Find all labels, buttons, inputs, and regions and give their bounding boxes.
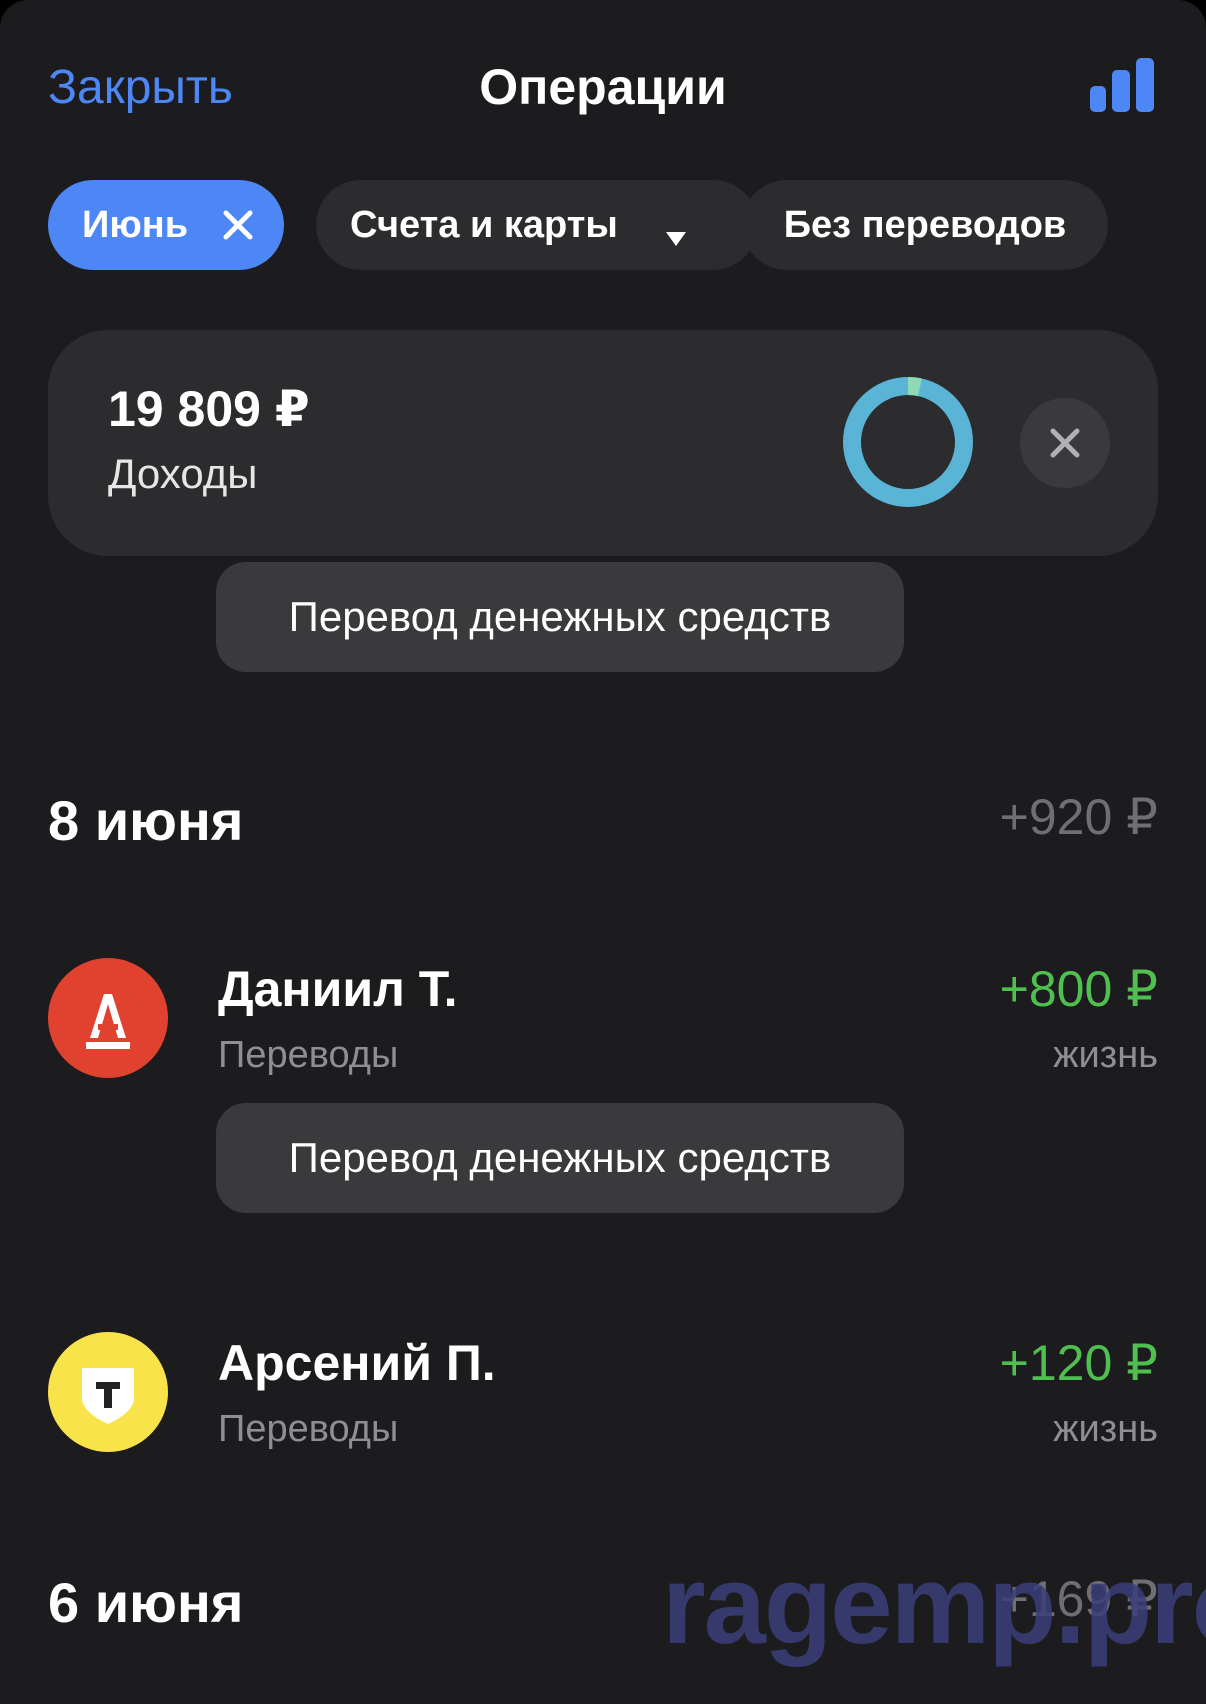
- nav-bar: Закрыть Операции: [0, 0, 1206, 170]
- operation-amount: +800 ₽: [999, 961, 1158, 1017]
- filter-chip-accounts[interactable]: Счета и карты: [316, 180, 758, 270]
- category-tag[interactable]: Перевод денежных средств: [216, 1103, 904, 1213]
- operations-sheet: Закрыть Операции Июнь Счета и карты Без …: [0, 0, 1206, 1704]
- day-header: 8 июня +920 ₽: [48, 788, 1158, 868]
- operation-name: Арсений П.: [218, 1335, 496, 1391]
- category-tag[interactable]: Перевод денежных средств: [216, 562, 904, 672]
- filter-chip-month-label: Июнь: [82, 203, 189, 246]
- close-icon[interactable]: [218, 205, 258, 245]
- summary-label: Доходы: [108, 450, 258, 497]
- chevron-down-icon: [664, 216, 688, 246]
- income-summary-card[interactable]: 19 809 ₽ Доходы: [48, 330, 1158, 556]
- summary-amount: 19 809 ₽: [108, 381, 310, 437]
- operation-name: Даниил Т.: [218, 961, 458, 1017]
- operation-row[interactable]: Арсений П. Переводы +120 ₽ жизнь: [48, 1332, 1158, 1462]
- operation-category: Переводы: [218, 1408, 399, 1450]
- bar-chart-icon[interactable]: [1090, 56, 1154, 112]
- filter-chip-month[interactable]: Июнь: [48, 180, 284, 270]
- watermark: ragemp.pro: [662, 1542, 1206, 1667]
- operation-account: жизнь: [1053, 1408, 1158, 1450]
- page-title: Операции: [479, 59, 727, 115]
- summary-close-button[interactable]: [1020, 398, 1110, 488]
- operation-row[interactable]: Даниил Т. Переводы +800 ₽ жизнь: [48, 958, 1158, 1088]
- day-total: +920 ₽: [999, 789, 1158, 845]
- close-icon: [1050, 428, 1080, 458]
- alfa-bank-icon: [48, 958, 168, 1078]
- tinkoff-bank-icon: [48, 1332, 168, 1452]
- filter-chip-transfers[interactable]: Без переводов: [742, 180, 1108, 270]
- operation-amount: +120 ₽: [999, 1335, 1158, 1391]
- filter-chip-accounts-label: Счета и карты: [350, 203, 618, 246]
- donut-chart: [838, 372, 978, 512]
- day-date: 6 июня: [48, 1571, 244, 1634]
- filter-chip-transfers-label: Без переводов: [783, 203, 1067, 246]
- day-date: 8 июня: [48, 789, 244, 852]
- operation-account: жизнь: [1053, 1034, 1158, 1076]
- operation-category: Переводы: [218, 1034, 399, 1076]
